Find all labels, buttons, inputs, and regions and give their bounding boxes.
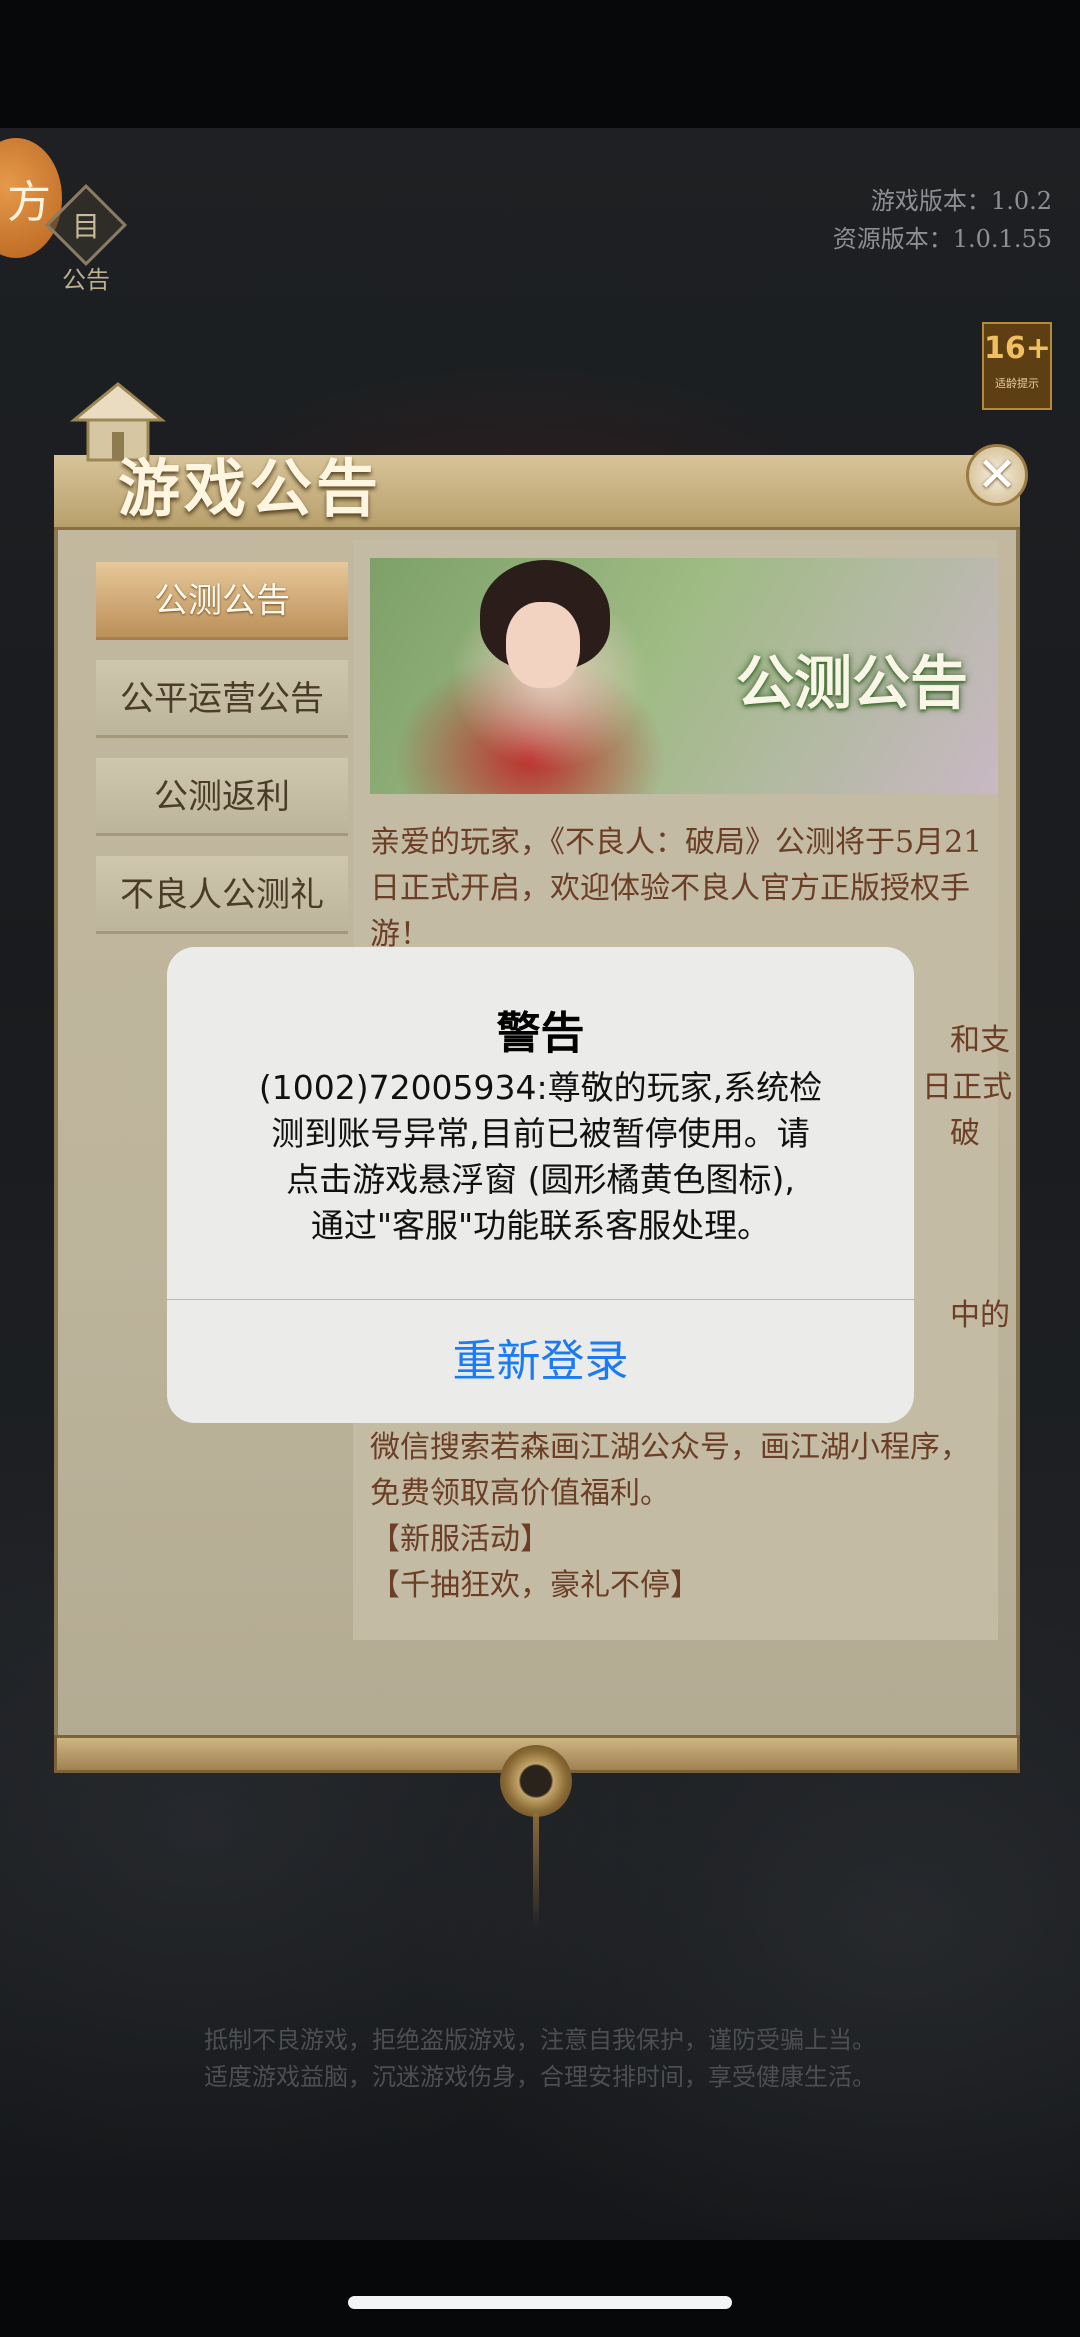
warning-alert: 警告 (1002)72005934:尊敬的玩家,系统检 测到账号异常,目前已被暂… [167, 947, 914, 1423]
game-screen: 方 目 公告 游戏版本：1.0.2 资源版本：1.0.1.55 16+ 适龄提示… [0, 0, 1080, 2337]
alert-message: (1002)72005934:尊敬的玩家,系统检 测到账号异常,目前已被暂停使用… [227, 1065, 854, 1249]
home-indicator[interactable] [348, 2296, 732, 2309]
relogin-button[interactable]: 重新登录 [167, 1300, 914, 1423]
alert-message-line: (1002)72005934:尊敬的玩家,系统检 [258, 1068, 823, 1107]
alert-message-line: 测到账号异常,目前已被暂停使用。请 [271, 1114, 810, 1153]
alert-message-line: 点击游戏悬浮窗 (圆形橘黄色图标), [286, 1160, 795, 1199]
alert-message-line: 通过"客服"功能联系客服处理。 [310, 1206, 771, 1245]
alert-title: 警告 [496, 1008, 585, 1059]
